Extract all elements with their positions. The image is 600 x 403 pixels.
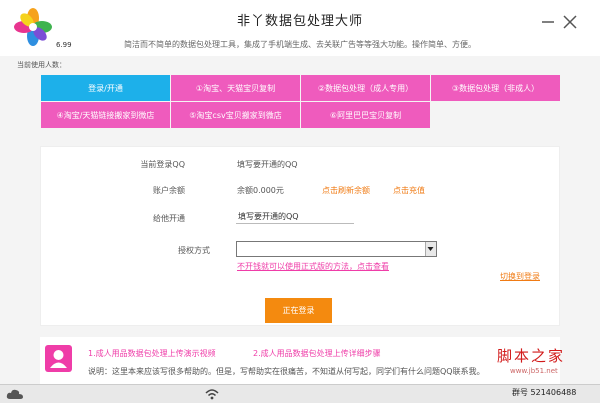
dropdown-arrow-icon xyxy=(425,242,436,256)
watermark-title: 脚本之家 xyxy=(497,347,566,365)
title-bar: 6.99 非丫数据包处理大师 简洁而不简单的数据包处理工具，集成了手机端生成、去… xyxy=(0,0,600,56)
balance-label: 账户余额 xyxy=(153,186,185,195)
refresh-balance-link[interactable]: 点击刷新余额 xyxy=(322,185,370,196)
online-users-label: 当前使用人数： xyxy=(17,61,66,69)
tab-csv-to-weidian[interactable]: ⑤淘宝csv宝贝搬家到微店 xyxy=(171,102,300,128)
recharge-link[interactable]: 点击充值 xyxy=(393,185,425,196)
help-panel xyxy=(40,337,560,387)
minimize-icon[interactable] xyxy=(540,14,556,30)
status-bar xyxy=(0,384,600,403)
demo-video-link[interactable]: 1.成人用品数据包处理上传演示视频 xyxy=(88,348,216,359)
tab-taobao-copy[interactable]: ①淘宝、天猫宝贝复制 xyxy=(171,75,300,101)
auth-method-label: 授权方式 xyxy=(178,246,210,255)
upload-steps-link[interactable]: 2.成人用品数据包处理上传详细步骤 xyxy=(253,348,381,359)
current-login-value: 填写要开通的QQ xyxy=(237,160,298,169)
tab-non-adult-package[interactable]: ③数据包处理（非成人） xyxy=(431,75,560,101)
auth-method-select[interactable] xyxy=(236,241,437,257)
cloud-icon xyxy=(6,389,24,399)
switch-to-login-link[interactable]: 切换到登录 xyxy=(500,271,540,282)
qq-group-label: 群号 521406488 xyxy=(512,388,577,397)
tab-adult-package[interactable]: ②数据包处理（成人专用） xyxy=(301,75,430,101)
network-icon xyxy=(205,389,219,400)
open-for-label: 给他开通 xyxy=(153,214,185,223)
open-for-qq-input[interactable] xyxy=(236,210,354,224)
app-title: 非丫数据包处理大师 xyxy=(236,14,363,29)
watermark-url: www.jb51.net xyxy=(510,367,558,375)
tab-taobao-to-weidian[interactable]: ④淘宝/天猫链接搬家到微店 xyxy=(41,102,170,128)
help-description: 说明：这里本来应该写很多帮助的。但是，写帮助实在很痛苦，不知道从何写起，同学们有… xyxy=(88,367,485,376)
current-login-label: 当前登录QQ xyxy=(140,160,185,169)
login-button[interactable]: 正在登录 xyxy=(265,298,332,323)
user-avatar-icon xyxy=(45,345,72,372)
free-method-link[interactable]: 不开钱就可以使用正式版的方法，点击查看 xyxy=(237,261,389,272)
app-subtitle: 简洁而不简单的数据包处理工具，集成了手机端生成、去关联广告等等强大功能。操作简单… xyxy=(124,40,476,49)
balance-value: 余额0.000元 xyxy=(237,186,284,195)
tab-login[interactable]: 登录/开通 xyxy=(41,75,170,101)
tab-alibaba-copy[interactable]: ⑥阿里巴巴宝贝复制 xyxy=(301,102,430,128)
close-icon[interactable] xyxy=(562,14,578,30)
